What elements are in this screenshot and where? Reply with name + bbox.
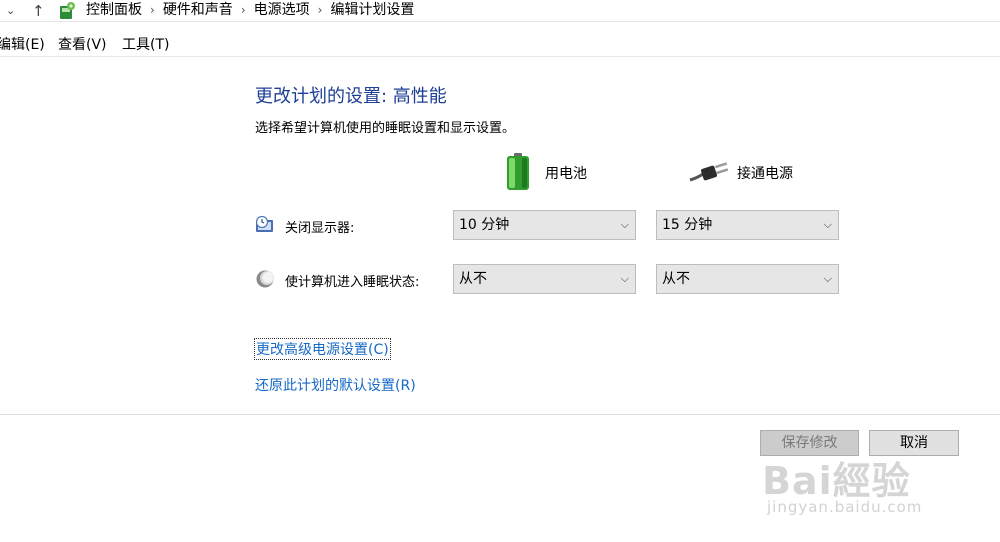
select-value: 15 分钟: [662, 217, 713, 233]
menu-edit[interactable]: 编辑(E): [0, 33, 45, 57]
power-plug-icon: [689, 162, 729, 182]
advanced-power-settings-link[interactable]: 更改高级电源设置(C): [254, 338, 391, 360]
breadcrumb: 控制面板 › 硬件和声音 › 电源选项 › 编辑计划设置: [86, 0, 414, 22]
menu-tools[interactable]: 工具(T): [122, 33, 169, 57]
control-panel-icon: [60, 2, 75, 19]
baidu-watermark: Bai經验 jingyan.baidu.com: [762, 450, 962, 530]
select-value: 10 分钟: [459, 217, 510, 233]
display-off-ac-select[interactable]: 15 分钟 ⌵: [656, 210, 839, 240]
footer-divider: [0, 414, 1000, 415]
chevron-down-icon: ⌵: [823, 218, 832, 231]
select-value: 从不: [459, 271, 487, 287]
chevron-down-icon: ⌵: [620, 272, 629, 285]
breadcrumb-control-panel[interactable]: 控制面板: [86, 2, 142, 18]
sleep-battery-select[interactable]: 从不 ⌵: [453, 264, 636, 294]
sleep-label: 使计算机进入睡眠状态:: [285, 275, 420, 290]
page-subtitle: 选择希望计算机使用的睡眠设置和显示设置。: [255, 121, 516, 136]
chevron-down-icon: ⌵: [620, 218, 629, 231]
breadcrumb-separator-icon[interactable]: ›: [241, 3, 246, 17]
watermark-logo-text: Bai經验: [762, 459, 911, 503]
column-header-plugged-in: 接通电源: [737, 166, 793, 182]
watermark-url: jingyan.baidu.com: [767, 498, 923, 516]
select-value: 从不: [662, 271, 690, 287]
page-title: 更改计划的设置: 高性能: [255, 86, 447, 107]
menu-view[interactable]: 查看(V): [58, 33, 107, 57]
battery-icon: [507, 153, 529, 190]
turn-off-display-label: 关闭显示器:: [285, 221, 355, 236]
breadcrumb-edit-plan[interactable]: 编辑计划设置: [330, 2, 414, 18]
address-bar: ⌄ ↑ 控制面板 › 硬件和声音 › 电源选项 › 编辑计划设置: [0, 0, 1000, 22]
restore-defaults-link[interactable]: 还原此计划的默认设置(R): [255, 375, 416, 395]
column-header-battery: 用电池: [545, 166, 587, 182]
display-off-battery-select[interactable]: 10 分钟 ⌵: [453, 210, 636, 240]
sleep-ac-select[interactable]: 从不 ⌵: [656, 264, 839, 294]
moon-sleep-icon: [256, 270, 274, 288]
chevron-down-icon: ⌵: [823, 272, 832, 285]
breadcrumb-separator-icon[interactable]: ›: [318, 3, 323, 17]
recent-locations-chevron-icon[interactable]: ⌄: [6, 0, 15, 22]
breadcrumb-hardware-sound[interactable]: 硬件和声音: [163, 2, 233, 18]
breadcrumb-power-options[interactable]: 电源选项: [254, 2, 310, 18]
monitor-clock-icon: [255, 215, 273, 232]
up-arrow-icon[interactable]: ↑: [32, 0, 45, 22]
menu-divider: [0, 56, 1000, 57]
breadcrumb-separator-icon[interactable]: ›: [150, 3, 155, 17]
